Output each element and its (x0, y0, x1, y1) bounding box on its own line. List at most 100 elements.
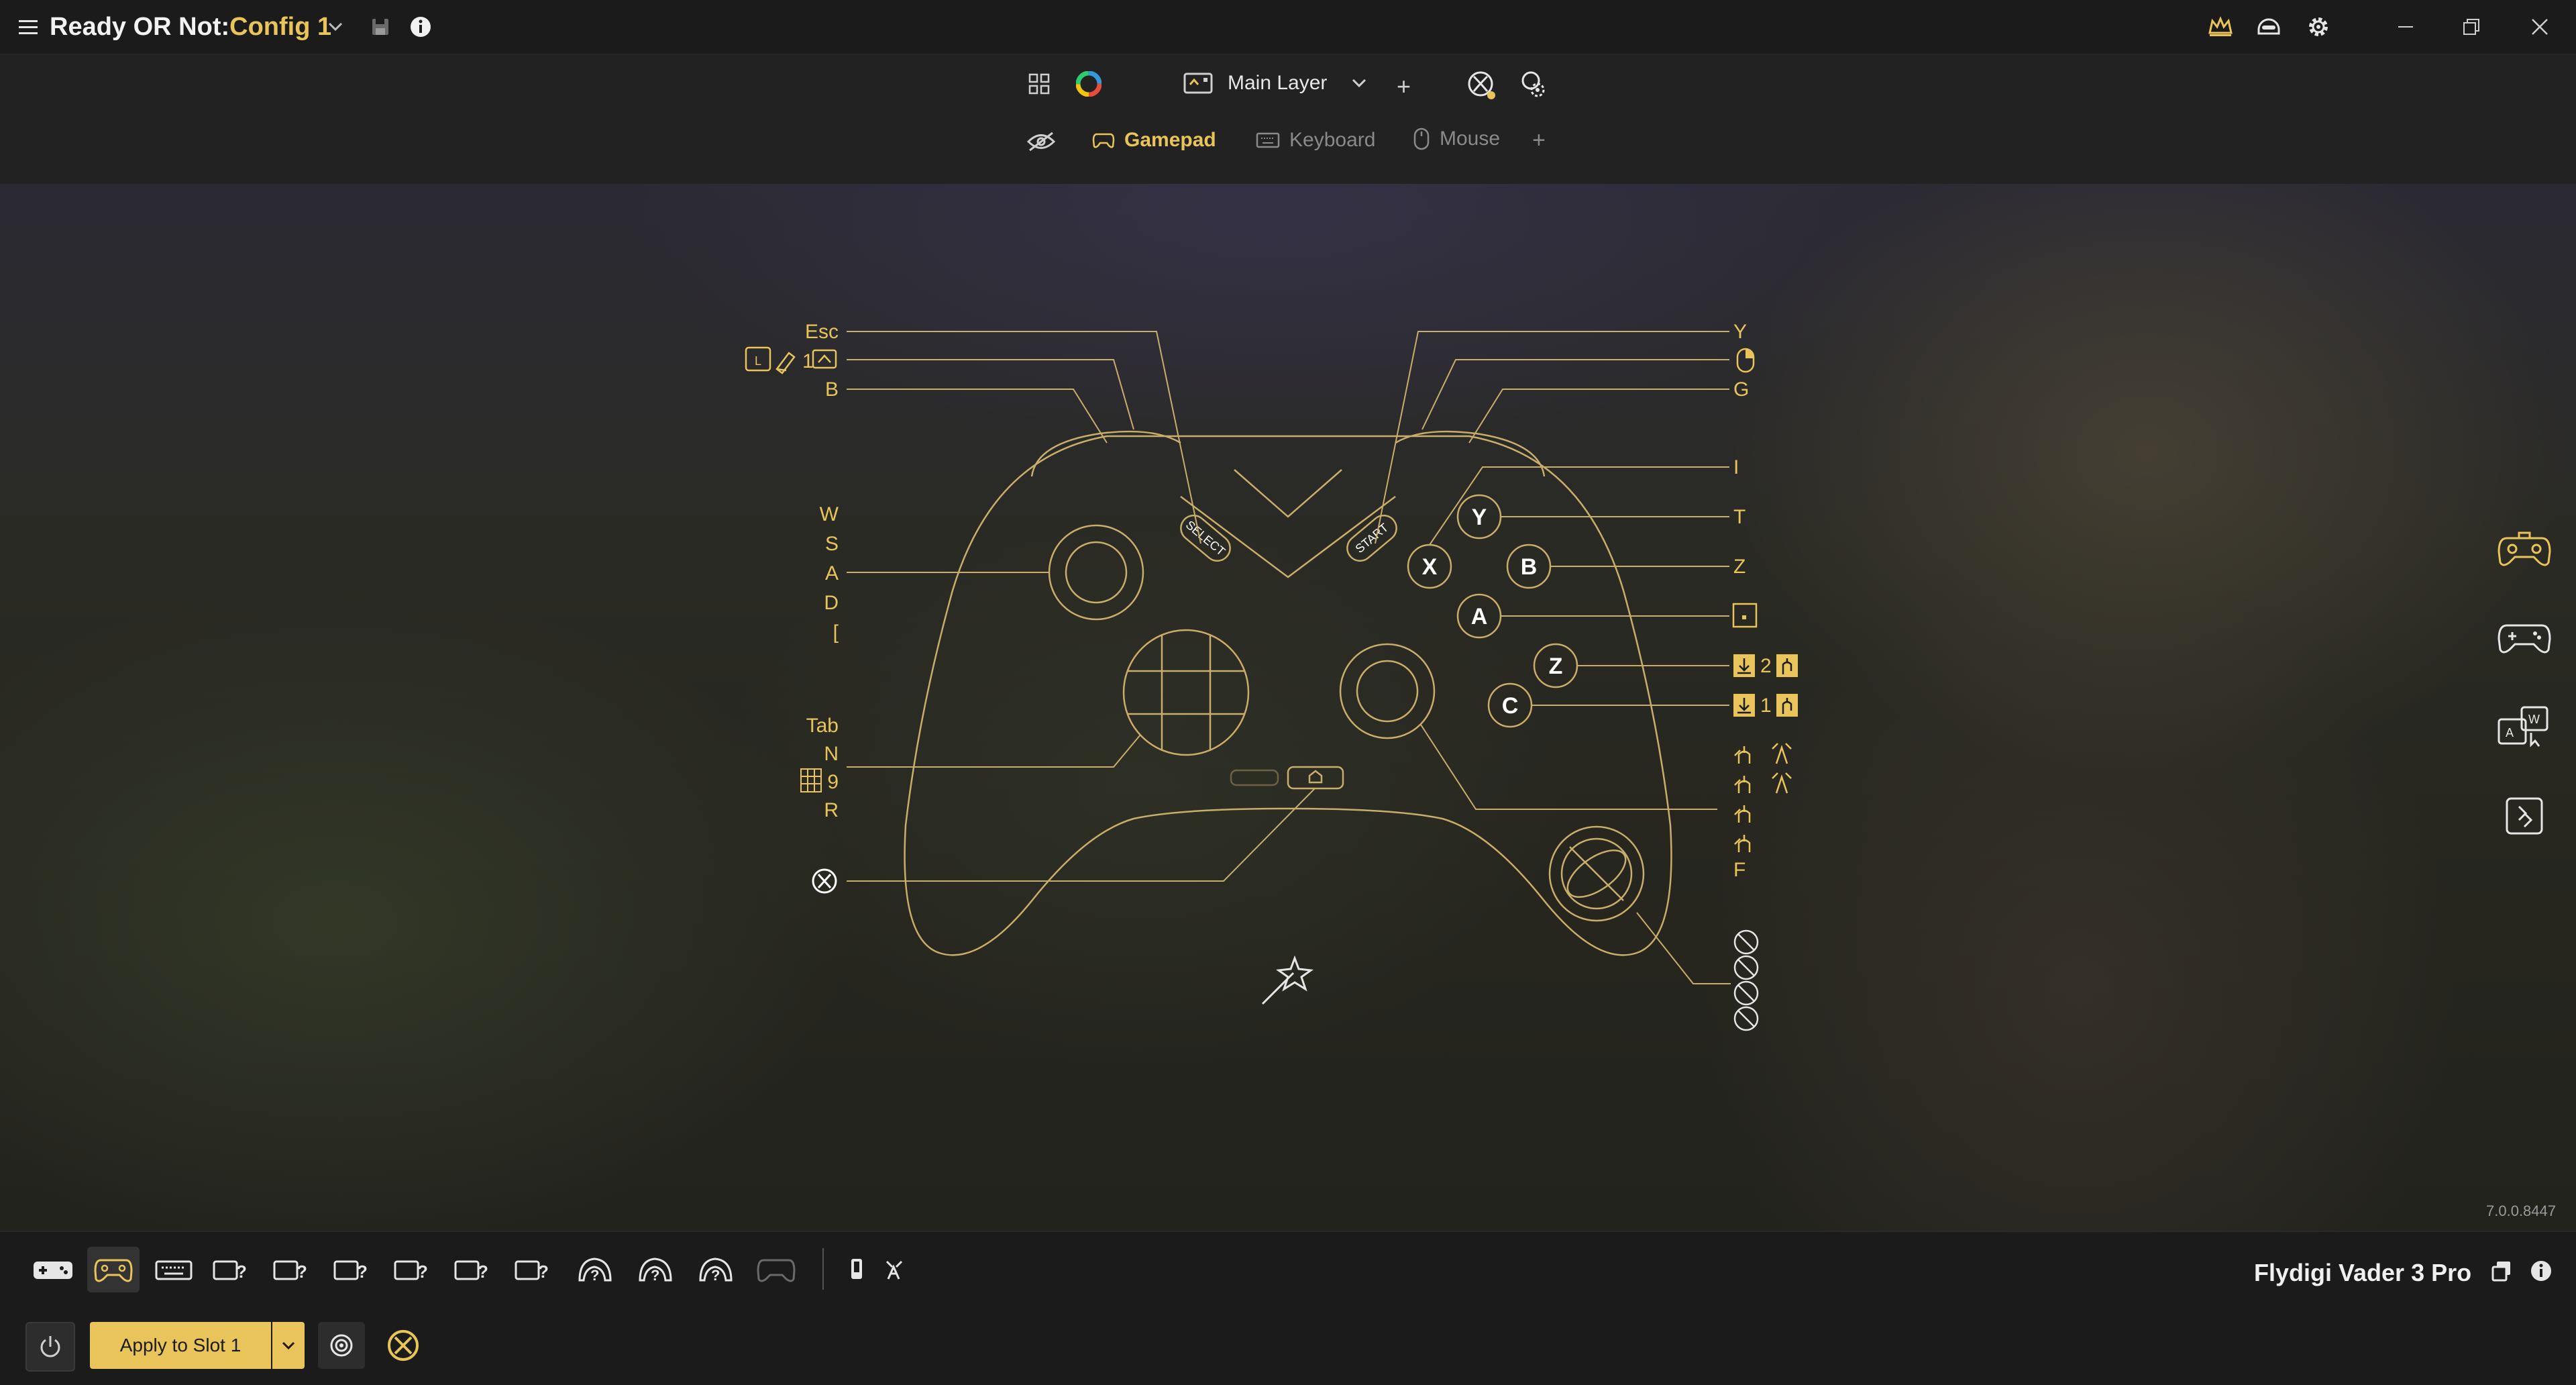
dpad[interactable] (1122, 629, 1250, 756)
xbox-x-mark (817, 873, 832, 889)
auto-map-button[interactable] (1261, 955, 1314, 1005)
sidebar-controller-layout-button[interactable] (2494, 523, 2555, 577)
svg-text:?: ? (538, 1262, 549, 1282)
label-stick-s[interactable]: S (825, 533, 839, 555)
macro-button[interactable] (1519, 70, 1547, 99)
slot-8-button[interactable]: ? (629, 1247, 682, 1292)
tool-mode-button[interactable] (869, 1247, 919, 1292)
sync-button[interactable] (318, 1322, 365, 1369)
right-mapping-labels: Y G I T Z 2 1 F (1732, 321, 1798, 1031)
premium-button[interactable] (2204, 12, 2237, 42)
label-esc[interactable]: Esc (805, 321, 839, 343)
hamburger-menu-button[interactable] (15, 0, 42, 54)
eye-off-icon (1026, 132, 1056, 152)
keyboard-icon (1256, 132, 1280, 148)
label-dpad-r[interactable]: R (824, 799, 839, 821)
label-i[interactable]: I (1733, 456, 1739, 478)
color-picker-button[interactable] (1076, 71, 1102, 97)
label-stick-bracket[interactable]: [ (833, 621, 839, 644)
slot-2-button[interactable]: ? (267, 1247, 319, 1292)
device-info-button[interactable] (2529, 1259, 2553, 1286)
xbox-mode-button[interactable] (1466, 70, 1497, 101)
slot-9-button[interactable]: ? (690, 1247, 742, 1292)
label-t[interactable]: T (1733, 506, 1746, 528)
svg-text:A: A (2506, 726, 2514, 739)
label-xbox-guide[interactable] (812, 868, 837, 894)
copy-icon (2491, 1262, 2510, 1282)
minimize-icon (2398, 26, 2413, 28)
close-button[interactable] (2524, 12, 2556, 42)
label-dpad-tab[interactable]: Tab (806, 715, 839, 737)
sidebar-extend-button[interactable] (2494, 789, 2555, 843)
label-b-top[interactable]: B (825, 378, 839, 401)
save-button[interactable] (370, 0, 390, 54)
restore-button[interactable] (2455, 12, 2487, 42)
right-stick[interactable] (1339, 643, 1436, 739)
community-button[interactable] (2253, 12, 2285, 42)
slot-1-button[interactable]: ? (207, 1247, 259, 1292)
tab-mouse[interactable]: Mouse (1413, 127, 1500, 150)
xbox-mode-toggle[interactable] (380, 1322, 427, 1369)
label-m1-macro[interactable]: 1 (1733, 694, 1798, 717)
tab-gamepad[interactable]: Gamepad (1092, 129, 1216, 152)
info-icon (411, 17, 431, 37)
info-button[interactable] (409, 0, 432, 54)
label-y-top[interactable]: Y (1733, 321, 1747, 343)
mode-classic-button[interactable] (27, 1247, 79, 1292)
gesture-recoil-icon (1772, 772, 1792, 794)
label-lb-macro[interactable]: L 1 (745, 346, 837, 374)
left-stick[interactable] (1048, 524, 1144, 621)
sidebar-gamepad-button[interactable] (2494, 611, 2555, 664)
apply-to-slot-button[interactable]: Apply to Slot 1 (90, 1322, 271, 1369)
add-tab-button[interactable]: + (1532, 127, 1546, 154)
label-z[interactable]: Z (1733, 556, 1746, 578)
phone-icon (851, 1259, 862, 1279)
svg-text:?: ? (651, 1267, 659, 1284)
grid-view-button[interactable] (1028, 72, 1051, 95)
capture-button[interactable] (1230, 769, 1279, 786)
sidebar-keymap-button[interactable]: AW (2494, 701, 2555, 754)
config-dropdown-button[interactable] (326, 0, 345, 54)
touch-icon (1776, 654, 1798, 677)
label-rb-mouse[interactable] (1736, 348, 1755, 373)
mode-gamepad-button[interactable] (87, 1247, 140, 1292)
power-button[interactable] (25, 1322, 75, 1372)
slot-7-button[interactable]: ? (569, 1247, 621, 1292)
callout-lt (847, 389, 1108, 444)
grid-icon (1028, 73, 1050, 95)
label-dpad-n[interactable]: N (824, 743, 839, 765)
layer-selector[interactable]: Main Layer (1183, 71, 1368, 95)
mode-keyboard-button[interactable] (148, 1247, 200, 1292)
device-copy-button[interactable] (2490, 1259, 2514, 1286)
gesture-right-icon (1734, 835, 1751, 852)
hide-toggle-button[interactable] (1026, 130, 1056, 153)
slot-disabled-gamepad[interactable] (750, 1247, 802, 1292)
slot-6-button[interactable]: ? (508, 1247, 561, 1292)
slot-3-button[interactable]: ? (327, 1247, 380, 1292)
start-label: START (1353, 521, 1391, 556)
label-stick-a[interactable]: A (825, 562, 839, 584)
tab-gamepad-label: Gamepad (1124, 129, 1216, 151)
slot-4-button[interactable]: ? (388, 1247, 440, 1292)
settings-button[interactable] (2302, 12, 2334, 42)
label-f[interactable]: F (1733, 859, 1746, 881)
label-a-key[interactable] (1732, 603, 1758, 628)
label-m2-macro[interactable]: 2 (1733, 654, 1798, 677)
config-title[interactable]: Ready OR Not : Config 1 (50, 0, 331, 54)
right-stick-cap (1356, 660, 1419, 723)
label-stick-d[interactable]: D (824, 592, 839, 614)
label-right-stick-gestures[interactable] (1734, 743, 1792, 852)
label-stick-w[interactable]: W (820, 503, 839, 525)
tab-keyboard[interactable]: Keyboard (1256, 129, 1375, 152)
button-x-label: X (1422, 554, 1438, 580)
minimize-button[interactable] (2390, 12, 2422, 42)
slot-5-button[interactable]: ? (448, 1247, 500, 1292)
apply-slot-dropdown-button[interactable] (271, 1322, 305, 1369)
tab-mouse-label: Mouse (1440, 127, 1501, 150)
config-name: Config 1 (229, 12, 332, 41)
label-dpad-numpad[interactable]: 9 (800, 768, 839, 793)
select-label: SELECT (1183, 518, 1228, 558)
paddle-disabled-slots[interactable] (1733, 929, 1759, 1031)
add-layer-button[interactable]: + (1397, 72, 1411, 101)
label-g[interactable]: G (1733, 378, 1749, 401)
